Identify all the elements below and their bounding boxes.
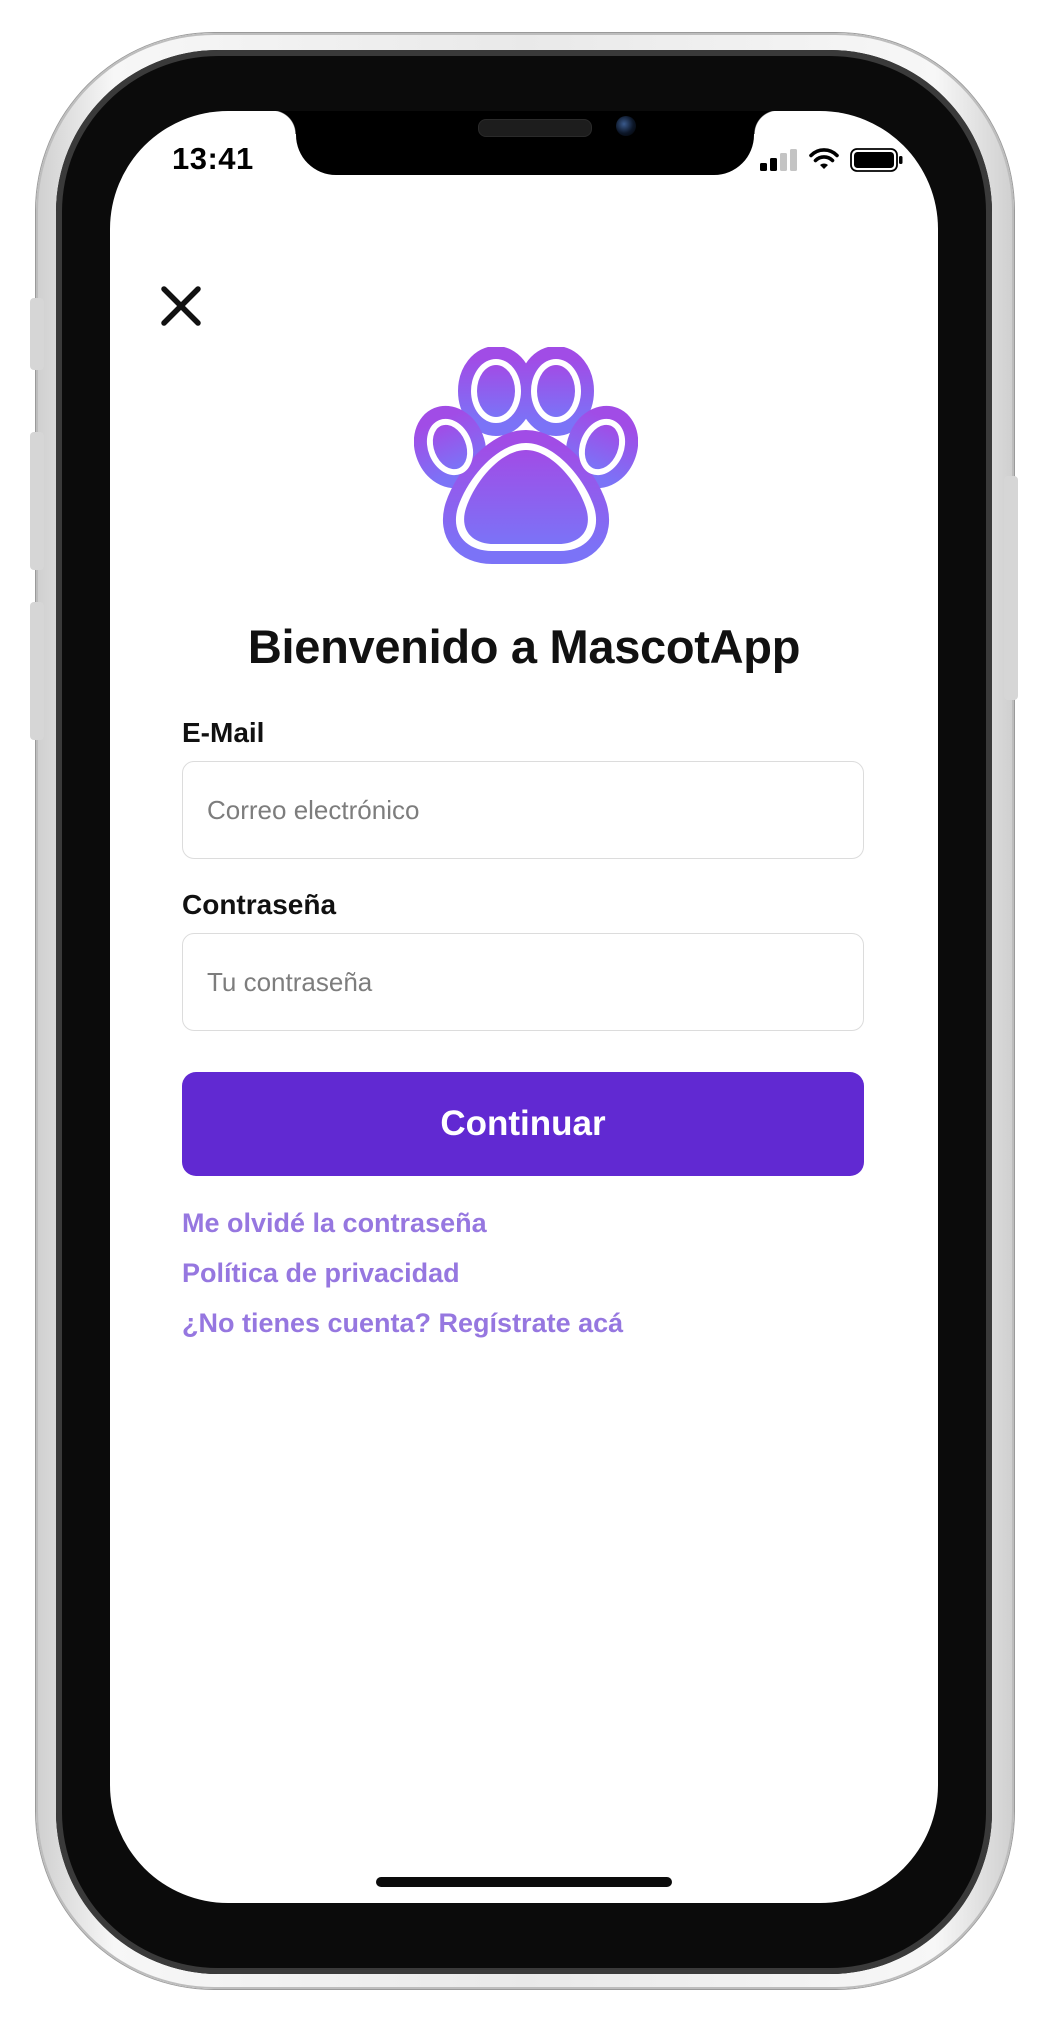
continue-button[interactable]: Continuar <box>182 1072 864 1176</box>
password-label: Contraseña <box>182 889 337 920</box>
status-icons <box>760 147 904 173</box>
cellular-signal-icon <box>760 149 797 171</box>
power-button <box>1004 476 1018 700</box>
battery-icon <box>850 148 903 172</box>
register-link[interactable]: ¿No tienes cuenta? Regístrate acá <box>182 1308 623 1339</box>
speaker-grille <box>478 119 592 137</box>
front-camera <box>616 116 636 136</box>
app-screen: 13:41 Bienvenido a MascotApp E-Mail Corr… <box>110 111 938 1903</box>
close-button[interactable] <box>158 283 204 329</box>
wifi-icon <box>809 148 839 169</box>
notch <box>272 111 778 175</box>
mute-switch <box>30 298 44 370</box>
close-icon <box>161 286 201 326</box>
password-field[interactable] <box>182 933 864 1031</box>
privacy-policy-link[interactable]: Política de privacidad <box>182 1258 460 1289</box>
email-label: E-Mail <box>182 717 265 748</box>
volume-up-button <box>30 432 44 570</box>
status-time: 13:41 <box>172 141 254 176</box>
email-field[interactable] <box>182 761 864 859</box>
paw-icon <box>414 347 638 564</box>
page-title: Bienvenido a MascotApp <box>247 620 801 673</box>
volume-down-button <box>30 602 44 740</box>
forgot-password-link[interactable]: Me olvidé la contraseña <box>182 1208 487 1239</box>
home-indicator <box>376 1877 672 1887</box>
